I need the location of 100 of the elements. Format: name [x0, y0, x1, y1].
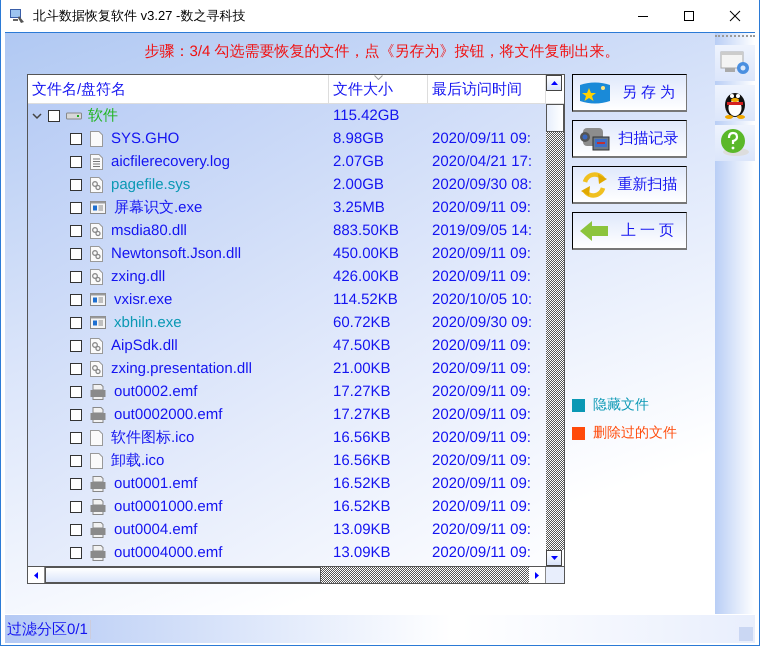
table-cell-text: 16.52KB	[332, 474, 392, 494]
table-cell-text: 2020/09/11 09:	[431, 267, 532, 287]
table-cell-text: 2020/09/11 09:	[431, 451, 532, 471]
checkbox[interactable]	[70, 432, 82, 444]
file-name[interactable]: zxing.dll	[111, 268, 166, 285]
help-icon	[719, 128, 751, 158]
file-name[interactable]: out0001.emf	[114, 475, 198, 492]
file-name[interactable]: msdia80.dll	[111, 222, 187, 239]
file-name[interactable]: out0002.emf	[114, 383, 198, 400]
table-cell-text: 2020/09/11 09:	[431, 382, 532, 402]
file-name[interactable]: out0004000.emf	[114, 544, 222, 561]
checkbox[interactable]	[70, 224, 82, 236]
checkbox[interactable]	[70, 316, 82, 328]
file-name[interactable]: aicfilerecovery.log	[111, 153, 230, 170]
scroll-thumb[interactable]	[546, 104, 564, 132]
table-cell-text: 13.09KB	[332, 543, 392, 563]
maximize-icon[interactable]	[683, 10, 695, 22]
table-cell-text: 2020/10/05 10:	[431, 290, 534, 310]
checkbox[interactable]	[70, 132, 82, 144]
horizontal-scrollbar[interactable]	[28, 566, 564, 583]
instruction-text: 步骤：3/4 勾选需要恢复的文件，点《另存为》按钮，将文件复制出来。	[143, 42, 621, 62]
table-cell-text: 2020/09/11 09:	[431, 129, 532, 149]
column-header[interactable]: 文件大小	[329, 75, 428, 103]
close-icon[interactable]	[729, 10, 741, 22]
file-name[interactable]: Newtonsoft.Json.dll	[111, 245, 242, 262]
checkbox[interactable]	[70, 294, 82, 306]
scroll-down-button[interactable]	[546, 550, 562, 566]
star-card-icon	[579, 80, 611, 104]
action-button[interactable]: 上 一 页	[572, 212, 687, 250]
collapse-icon[interactable]	[32, 112, 42, 120]
file-name[interactable]: AipSdk.dll	[111, 337, 178, 354]
checkbox[interactable]	[70, 270, 82, 282]
scroll-left-button[interactable]	[28, 567, 45, 583]
scroll-thumb[interactable]	[45, 567, 321, 583]
table-cell-text: 2.00GB	[332, 175, 385, 195]
checkbox[interactable]	[48, 110, 60, 122]
action-button[interactable]: 扫描记录	[572, 120, 687, 158]
table-cell-text: 115.42GB	[332, 106, 400, 126]
file-name[interactable]: 卸载.ico	[111, 451, 164, 470]
table-cell-text: 426.00KB	[332, 267, 400, 287]
table-cell-text: 21.00KB	[332, 359, 392, 379]
table-cell-text: 17.27KB	[332, 382, 392, 402]
file-name[interactable]: out0001000.emf	[114, 498, 222, 515]
table-cell-text: 2020/09/11 09:	[431, 244, 532, 264]
file-name[interactable]: out0004.emf	[114, 521, 198, 538]
checkbox[interactable]	[70, 408, 82, 420]
table-cell-text: 2020/09/11 09:	[431, 359, 532, 379]
app-icon	[9, 8, 25, 24]
table-cell-text: 2020/09/11 09:	[431, 497, 532, 517]
checkbox[interactable]	[70, 454, 82, 466]
action-button[interactable]: 另 存 为	[572, 74, 687, 112]
legend-label: 隐藏文件	[593, 396, 649, 414]
scroll-up-button[interactable]	[546, 75, 562, 91]
file-name[interactable]: zxing.presentation.dll	[111, 360, 252, 377]
column-header[interactable]: 文件名/盘符名	[28, 75, 329, 103]
file-name[interactable]: 软件图标.ico	[111, 428, 194, 447]
table-cell-text: 2020/09/11 09:	[431, 405, 532, 425]
penguin-tool[interactable]	[715, 85, 755, 121]
checkbox[interactable]	[70, 202, 82, 214]
table-cell-text: 2020/09/11 09:	[431, 520, 532, 540]
table-cell-text: 2.07GB	[332, 152, 385, 172]
table-cell-text: 17.27KB	[332, 405, 392, 425]
checkbox[interactable]	[70, 546, 82, 558]
table-cell-text: 2020/09/11 09:	[431, 198, 532, 218]
checkbox[interactable]	[70, 386, 82, 398]
table-cell-text: 2020/09/30 08:	[431, 175, 534, 195]
table-cell-text: 883.50KB	[332, 221, 400, 241]
table-cell-text: 3.25MB	[332, 198, 386, 218]
table-cell-text: 8.98GB	[332, 129, 385, 149]
scrollbar-corner	[546, 567, 564, 583]
file-name[interactable]: out0002000.emf	[114, 406, 222, 423]
file-name[interactable]: SYS.GHO	[111, 130, 180, 147]
table-cell-text: 2019/09/05 14:	[431, 221, 534, 241]
left-arrow-icon	[34, 572, 38, 578]
checkbox[interactable]	[70, 524, 82, 536]
table-cell-text: 47.50KB	[332, 336, 392, 356]
table-cell-text: 2020/09/11 09:	[431, 336, 532, 356]
drive-icon	[66, 112, 82, 120]
up-arrow-icon	[550, 81, 558, 85]
table-cell-text: 2020/04/21 17:	[431, 152, 534, 172]
size-grip[interactable]	[739, 627, 753, 641]
file-name[interactable]: vxisr.exe	[114, 291, 172, 308]
action-button[interactable]: 重新扫描	[572, 166, 687, 204]
down-arrow-icon	[550, 556, 558, 560]
file-name[interactable]: 屏幕识文.exe	[114, 198, 202, 217]
vertical-scrollbar[interactable]	[546, 104, 564, 566]
checkbox[interactable]	[70, 362, 82, 374]
window-title: 北斗数据恢复软件 v3.27 -数之寻科技	[33, 7, 246, 25]
table-cell-text: 16.56KB	[332, 428, 392, 448]
checkbox[interactable]	[70, 500, 82, 512]
checkbox[interactable]	[70, 178, 82, 190]
right-arrow-icon	[535, 572, 539, 578]
table-cell-text: 16.52KB	[332, 497, 392, 517]
table-cell-text: 450.00KB	[332, 244, 400, 264]
checkbox[interactable]	[70, 340, 82, 352]
checkbox[interactable]	[70, 248, 82, 260]
checkbox[interactable]	[70, 478, 82, 490]
status-text: 过滤分区0/1	[5, 620, 91, 638]
checkbox[interactable]	[70, 156, 82, 168]
table-cell-text: 60.72KB	[332, 313, 392, 333]
